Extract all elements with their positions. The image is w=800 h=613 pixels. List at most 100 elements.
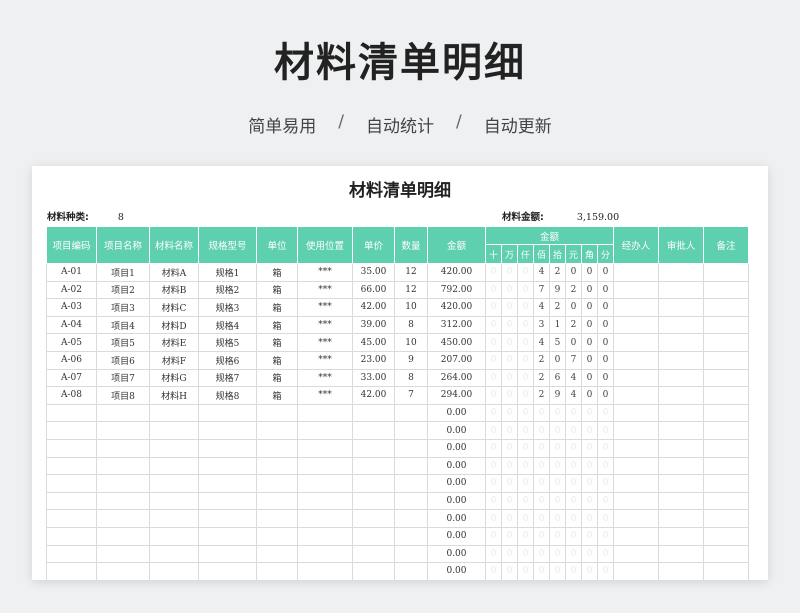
cell-location[interactable]: *** <box>297 368 353 388</box>
cell-spec[interactable]: 规格5 <box>198 333 257 352</box>
cell-remarks[interactable] <box>703 368 749 388</box>
cell-price[interactable] <box>352 491 395 511</box>
cell-digit[interactable]: 0 <box>597 491 614 511</box>
cell-code[interactable] <box>46 491 97 511</box>
cell-approver[interactable] <box>658 315 704 335</box>
cell-approver[interactable] <box>658 491 704 511</box>
cell-digit[interactable]: 0 <box>597 333 614 352</box>
cell-price[interactable]: 45.00 <box>352 333 395 352</box>
cell-location[interactable] <box>297 509 353 528</box>
cell-handler[interactable] <box>613 263 659 282</box>
cell-project[interactable] <box>96 474 150 493</box>
cell-project[interactable]: 项目3 <box>96 298 150 317</box>
cell-digit[interactable]: 0 <box>485 350 502 370</box>
cell-qty[interactable] <box>394 491 428 511</box>
cell-approver[interactable] <box>658 421 704 440</box>
cell-qty[interactable] <box>394 421 428 440</box>
cell-code[interactable] <box>46 421 97 440</box>
cell-digit[interactable]: 0 <box>597 368 614 388</box>
cell-remarks[interactable] <box>703 456 749 476</box>
cell-spec[interactable] <box>198 456 257 476</box>
cell-remarks[interactable] <box>703 298 749 317</box>
cell-digit[interactable]: 0 <box>597 438 614 458</box>
cell-price[interactable]: 42.00 <box>352 298 395 317</box>
cell-spec[interactable] <box>198 403 257 423</box>
cell-digit[interactable]: 0 <box>581 386 598 405</box>
cell-qty[interactable]: 8 <box>394 368 428 388</box>
cell-digit[interactable]: 0 <box>597 403 614 423</box>
cell-digit[interactable]: 2 <box>533 350 550 370</box>
cell-code[interactable]: A-02 <box>46 280 97 300</box>
cell-spec[interactable]: 规格1 <box>198 263 257 282</box>
cell-digit[interactable]: 0 <box>597 315 614 335</box>
cell-amount[interactable]: 207.00 <box>427 350 486 370</box>
cell-spec[interactable]: 规格2 <box>198 280 257 300</box>
cell-unit[interactable] <box>256 474 298 493</box>
cell-digit[interactable]: 0 <box>565 474 582 493</box>
cell-qty[interactable]: 8 <box>394 315 428 335</box>
cell-unit[interactable]: 箱 <box>256 298 298 317</box>
cell-digit[interactable]: 0 <box>485 368 502 388</box>
cell-digit[interactable]: 0 <box>533 438 550 458</box>
cell-digit[interactable]: 0 <box>517 544 534 564</box>
cell-code[interactable]: A-07 <box>46 368 97 388</box>
cell-remarks[interactable] <box>703 350 749 370</box>
cell-price[interactable]: 35.00 <box>352 263 395 282</box>
cell-approver[interactable] <box>658 368 704 388</box>
cell-digit[interactable]: 0 <box>597 544 614 564</box>
cell-digit[interactable]: 0 <box>517 456 534 476</box>
cell-digit[interactable]: 0 <box>485 456 502 476</box>
cell-digit[interactable]: 0 <box>501 421 518 440</box>
cell-spec[interactable] <box>198 491 257 511</box>
cell-digit[interactable]: 0 <box>533 562 550 580</box>
cell-material[interactable] <box>149 456 199 476</box>
cell-digit[interactable]: 0 <box>485 421 502 440</box>
cell-digit[interactable]: 0 <box>597 280 614 300</box>
cell-digit[interactable]: 0 <box>597 421 614 440</box>
cell-amount[interactable]: 0.00 <box>427 509 486 528</box>
cell-digit[interactable]: 0 <box>565 438 582 458</box>
cell-handler[interactable] <box>613 403 659 423</box>
cell-price[interactable]: 23.00 <box>352 350 395 370</box>
cell-material[interactable] <box>149 562 199 580</box>
cell-digit[interactable]: 2 <box>533 368 550 388</box>
cell-digit[interactable]: 0 <box>565 333 582 352</box>
cell-project[interactable]: 项目6 <box>96 350 150 370</box>
cell-amount[interactable]: 0.00 <box>427 562 486 580</box>
cell-digit[interactable]: 0 <box>581 280 598 300</box>
cell-digit[interactable]: 0 <box>517 438 534 458</box>
cell-digit[interactable]: 0 <box>581 438 598 458</box>
cell-handler[interactable] <box>613 474 659 493</box>
cell-approver[interactable] <box>658 474 704 493</box>
cell-digit[interactable]: 0 <box>549 421 566 440</box>
cell-digit[interactable]: 0 <box>501 456 518 476</box>
cell-project[interactable]: 项目7 <box>96 368 150 388</box>
cell-amount[interactable]: 264.00 <box>427 368 486 388</box>
cell-material[interactable]: 材料B <box>149 280 199 300</box>
cell-qty[interactable] <box>394 474 428 493</box>
cell-approver[interactable] <box>658 403 704 423</box>
cell-remarks[interactable] <box>703 544 749 564</box>
cell-material[interactable]: 材料C <box>149 298 199 317</box>
cell-digit[interactable]: 0 <box>581 263 598 282</box>
cell-digit[interactable]: 0 <box>581 315 598 335</box>
cell-spec[interactable]: 规格4 <box>198 315 257 335</box>
cell-unit[interactable] <box>256 491 298 511</box>
cell-project[interactable]: 项目8 <box>96 386 150 405</box>
cell-digit[interactable]: 0 <box>597 298 614 317</box>
cell-digit[interactable]: 4 <box>565 386 582 405</box>
cell-location[interactable] <box>297 491 353 511</box>
cell-price[interactable] <box>352 438 395 458</box>
cell-digit[interactable]: 9 <box>549 280 566 300</box>
cell-digit[interactable]: 0 <box>485 298 502 317</box>
cell-code[interactable] <box>46 509 97 528</box>
cell-digit[interactable]: 0 <box>549 403 566 423</box>
cell-digit[interactable]: 4 <box>565 368 582 388</box>
cell-location[interactable]: *** <box>297 386 353 405</box>
cell-digit[interactable]: 0 <box>565 421 582 440</box>
cell-digit[interactable]: 0 <box>549 491 566 511</box>
cell-remarks[interactable] <box>703 526 749 546</box>
cell-location[interactable] <box>297 456 353 476</box>
cell-digit[interactable]: 0 <box>517 509 534 528</box>
cell-project[interactable] <box>96 509 150 528</box>
